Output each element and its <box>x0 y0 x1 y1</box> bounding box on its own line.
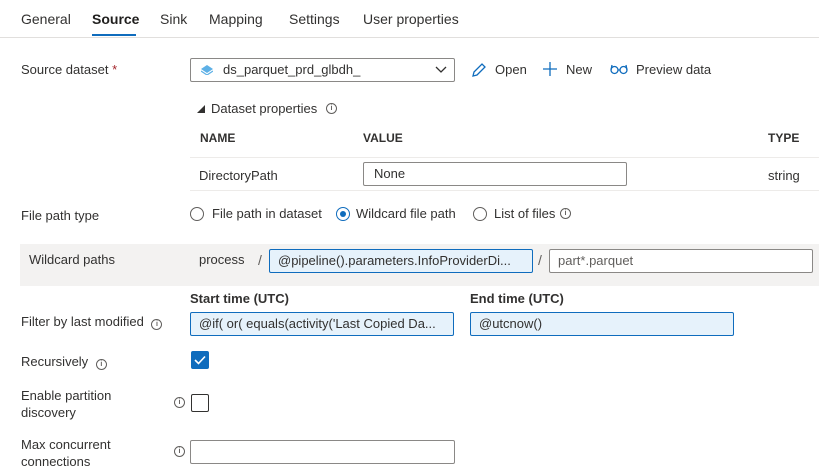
collapse-triangle-icon <box>197 105 205 113</box>
partition-discovery-checkbox[interactable] <box>191 394 209 412</box>
start-time-label: Start time (UTC) <box>190 291 289 306</box>
dataset-icon <box>201 65 213 75</box>
end-time-input[interactable]: @utcnow() <box>470 312 734 336</box>
wildcard-folder-path-value: @pipeline().parameters.InfoProviderDi... <box>278 253 511 268</box>
new-label: New <box>566 62 593 77</box>
preview-data-label: Preview data <box>636 62 712 77</box>
info-icon: i <box>151 319 163 330</box>
source-dataset-value: ds_parquet_prd_glbdh_ <box>223 62 361 77</box>
property-type: string <box>768 168 800 183</box>
end-time-value: @utcnow() <box>479 316 543 331</box>
open-label: Open <box>495 62 527 77</box>
table-divider <box>190 190 819 191</box>
tab-source[interactable]: Source <box>92 11 139 27</box>
info-icon: i <box>326 103 337 114</box>
filter-last-modified-text: Filter by last modified <box>21 314 144 329</box>
table-divider <box>190 157 819 158</box>
max-concurrent-label: Max concurrent <box>21 437 111 452</box>
radio-circle-selected <box>336 207 350 221</box>
directory-path-value: None <box>374 166 406 181</box>
partition-discovery-label-line2: discovery <box>21 405 76 420</box>
dataset-properties-label: Dataset properties <box>211 101 318 116</box>
column-header-name: NAME <box>200 131 236 145</box>
tab-user-properties[interactable]: User properties <box>363 11 459 27</box>
directory-path-input[interactable]: None <box>363 162 627 186</box>
start-time-value: @if( or( equals(activity('Last Copied Da… <box>199 316 436 331</box>
file-path-type-label: File path type <box>21 208 100 223</box>
source-dataset-label-text: Source dataset <box>21 62 109 77</box>
active-tab-indicator <box>92 34 136 36</box>
recursively-text: Recursively <box>21 354 89 369</box>
radio-label: File path in dataset <box>212 206 322 221</box>
info-icon: i <box>174 397 185 408</box>
required-mark: * <box>112 62 118 77</box>
wildcard-file-name-placeholder: part*.parquet <box>558 253 634 268</box>
partition-discovery-label-line1: Enable partition <box>21 388 112 403</box>
tab-sink[interactable]: Sink <box>160 11 187 27</box>
property-name: DirectoryPath <box>199 168 278 183</box>
filter-last-modified-label: Filter by last modified i <box>21 314 163 330</box>
plus-icon <box>543 62 557 76</box>
info-icon: i <box>560 208 571 219</box>
tabs-divider <box>0 37 819 38</box>
tab-settings[interactable]: Settings <box>289 11 340 27</box>
tab-mapping[interactable]: Mapping <box>209 11 263 27</box>
tab-general[interactable]: General <box>21 11 71 27</box>
end-time-label: End time (UTC) <box>470 291 564 306</box>
max-concurrent-label-line2: connections <box>21 454 91 469</box>
start-time-input[interactable]: @if( or( equals(activity('Last Copied Da… <box>190 312 454 336</box>
radio-circle <box>473 207 487 221</box>
source-dataset-select[interactable]: ds_parquet_prd_glbdh_ <box>190 58 455 82</box>
wildcard-paths-label: Wildcard paths <box>29 252 115 267</box>
chevron-down-icon <box>435 66 447 73</box>
wildcard-root: process <box>199 252 245 267</box>
wildcard-file-name-input[interactable]: part*.parquet <box>549 249 813 273</box>
max-concurrent-input[interactable] <box>190 440 455 464</box>
info-icon: i <box>174 446 185 457</box>
glasses-icon <box>610 64 628 75</box>
recursively-label: Recursively i <box>21 354 107 370</box>
column-header-value: VALUE <box>363 131 403 145</box>
wildcard-folder-path-input[interactable]: @pipeline().parameters.InfoProviderDi... <box>269 249 533 273</box>
radio-circle <box>190 207 204 221</box>
column-header-type: TYPE <box>768 131 800 145</box>
source-dataset-label: Source dataset * <box>21 62 117 77</box>
checkmark-icon <box>194 355 206 365</box>
path-separator: / <box>258 252 262 268</box>
recursively-checkbox[interactable] <box>191 351 209 369</box>
info-icon: i <box>95 359 107 370</box>
pencil-icon <box>472 63 486 77</box>
path-separator: / <box>538 252 542 268</box>
radio-label: List of files <box>494 206 556 221</box>
radio-label: Wildcard file path <box>356 206 456 221</box>
